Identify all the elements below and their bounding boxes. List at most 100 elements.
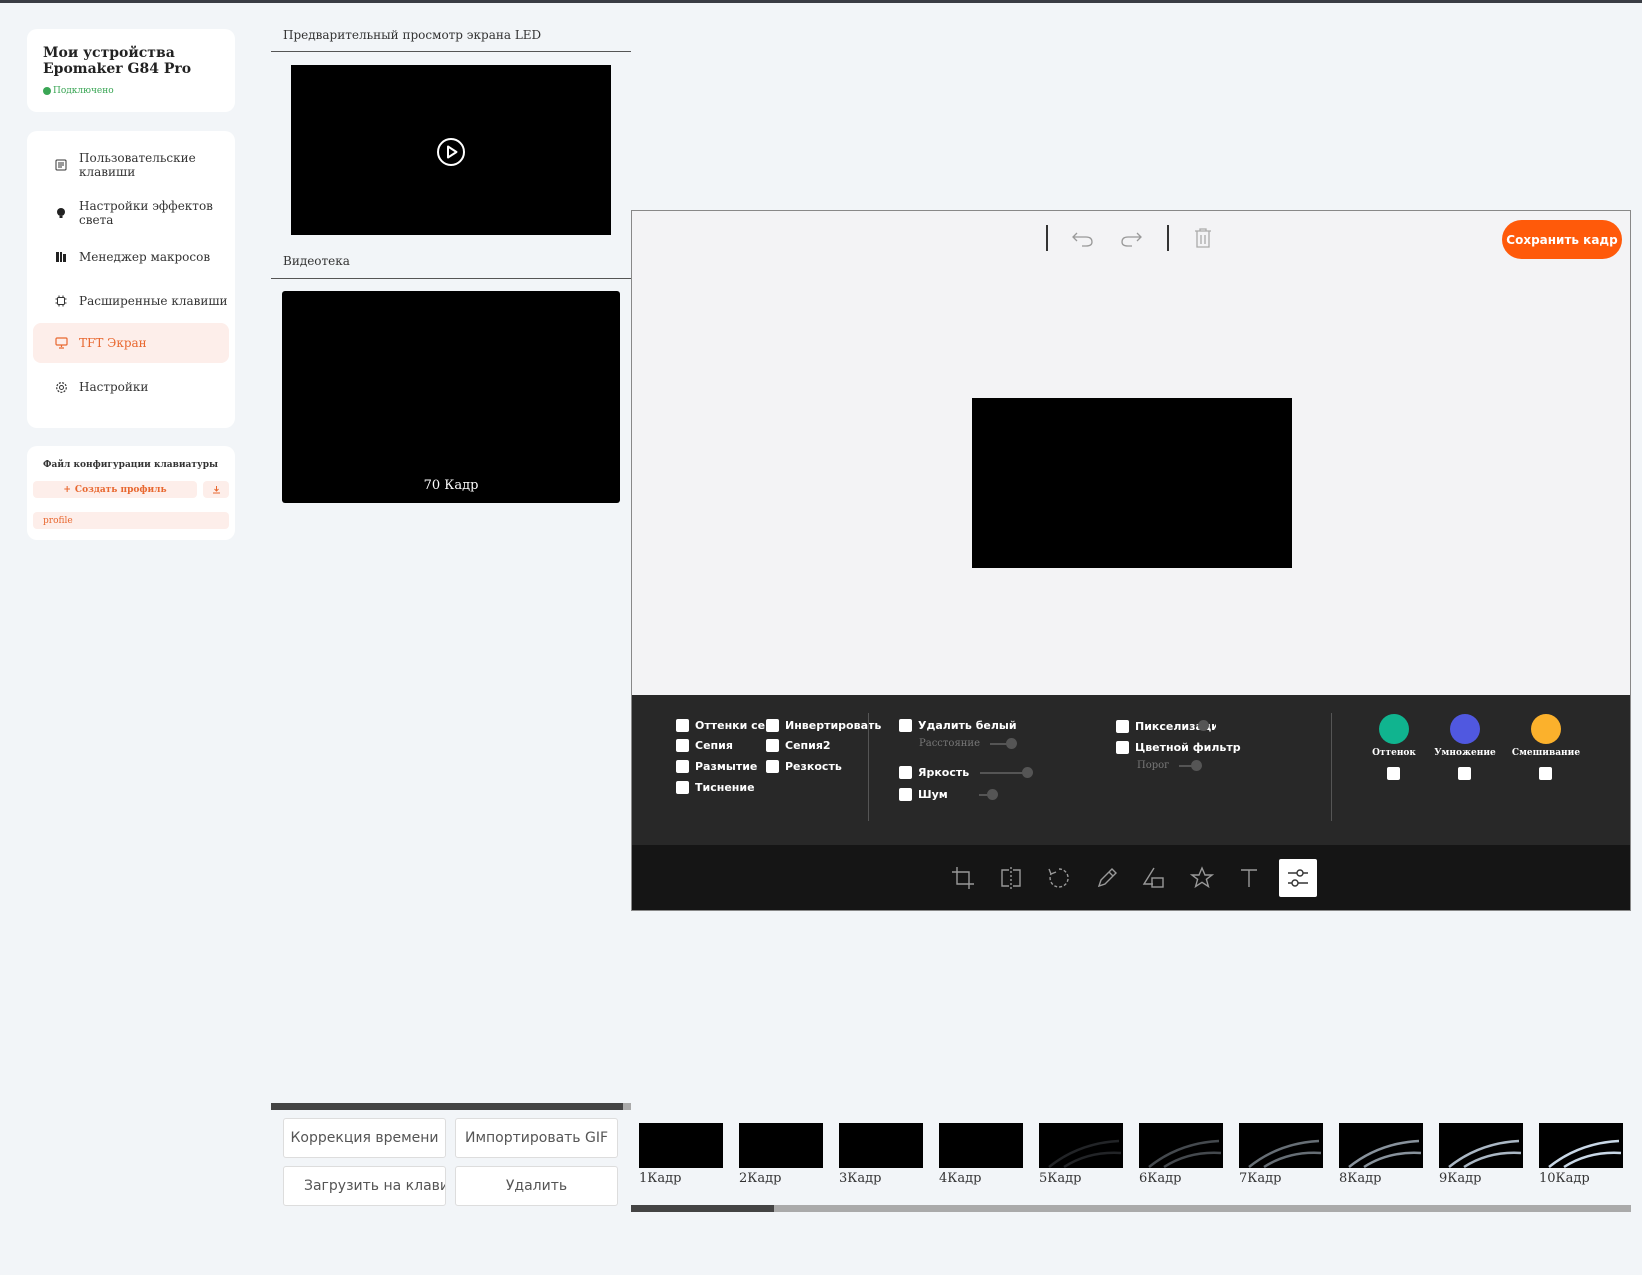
distance-slider[interactable]: Расстояние — [919, 737, 1018, 749]
sidebar-item-light-effects[interactable]: Настройки эффектов света — [33, 193, 229, 233]
profile-list-item[interactable]: profile — [33, 512, 229, 529]
flip-icon — [1001, 867, 1021, 889]
filter-emboss[interactable]: Тиснение — [676, 781, 755, 794]
library-scrollbar-thumb[interactable] — [271, 1103, 623, 1110]
frame-label: 3Кадр — [839, 1171, 882, 1186]
save-frame-button[interactable]: Сохранить кадр — [1502, 220, 1622, 259]
sidebar-item-settings[interactable]: Настройки — [33, 367, 229, 407]
device-title: Мои устройства Epomaker G84 Pro — [43, 45, 192, 77]
connection-status-label: Подключено — [53, 86, 114, 96]
led-preview-screen[interactable] — [291, 65, 611, 235]
undo-button[interactable] — [1070, 225, 1096, 251]
panel-separator — [868, 713, 869, 821]
frame-thumbnail[interactable]: 2Кадр — [739, 1123, 823, 1186]
frame-thumbnail[interactable]: 7Кадр — [1239, 1123, 1323, 1186]
noise-slider[interactable] — [979, 789, 998, 800]
rotate-tool[interactable] — [1040, 859, 1078, 897]
sidebar-item-tft-screen[interactable]: TFT Экран — [33, 323, 229, 363]
sidebar-item-label: Настройки — [79, 380, 149, 394]
filter-blur[interactable]: Размытие — [676, 760, 757, 773]
import-gif-button[interactable]: Импортировать GIF — [455, 1118, 618, 1158]
profile-header: Файл конфигурации клавиатуры — [43, 460, 219, 470]
shape-tool[interactable] — [1135, 859, 1173, 897]
tint-color-swatch[interactable] — [1379, 714, 1409, 744]
toolbar-separator — [1046, 225, 1048, 251]
frame-image — [639, 1123, 723, 1168]
sidebar-item-advanced-keys[interactable]: Расширенные клавиши — [33, 281, 229, 321]
filter-sepia2[interactable]: Сепия2 — [766, 739, 831, 752]
filter-sepia[interactable]: Сепия — [676, 739, 733, 752]
filter-remove-white[interactable]: Удалить белый — [899, 719, 1017, 732]
frame-image — [1339, 1123, 1423, 1168]
play-icon[interactable] — [436, 137, 466, 167]
icon-tool[interactable] — [1183, 859, 1221, 897]
editor-tool-bar — [632, 845, 1630, 910]
crop-tool[interactable] — [944, 859, 982, 897]
filter-noise[interactable]: Шум — [899, 788, 948, 801]
blend-color-swatch[interactable] — [1531, 714, 1561, 744]
frame-image — [1539, 1123, 1623, 1168]
frame-image — [1139, 1123, 1223, 1168]
frame-thumbnail[interactable]: 5Кадр — [1039, 1123, 1123, 1186]
frame-thumbnail[interactable]: 9Кадр — [1439, 1123, 1523, 1186]
sidebar-item-label: Пользовательские клавиши — [79, 151, 196, 179]
frame-thumbnail[interactable]: 6Кадр — [1139, 1123, 1223, 1186]
panel-separator — [1331, 713, 1332, 821]
monitor-icon — [51, 337, 71, 349]
delete-button[interactable]: Удалить — [455, 1166, 618, 1206]
text-tool[interactable] — [1230, 859, 1268, 897]
create-profile-label: Создать профиль — [74, 484, 167, 495]
frame-thumbnail[interactable]: 4Кадр — [939, 1123, 1023, 1186]
video-library-item[interactable]: 70 Кадр — [282, 291, 620, 503]
tint-checkbox[interactable] — [1387, 767, 1400, 780]
frame-label: 9Кадр — [1439, 1171, 1482, 1186]
star-icon — [1190, 866, 1214, 889]
filter-sharpen[interactable]: Резкость — [766, 760, 842, 773]
filter-color-filter[interactable]: Цветной фильтр — [1116, 741, 1241, 754]
device-card: Мои устройства Epomaker G84 Pro Подключе… — [27, 29, 235, 112]
library-divider — [271, 278, 631, 279]
frame-label: 6Кадр — [1139, 1171, 1182, 1186]
frame-image — [939, 1123, 1023, 1168]
blend-label: Смешивание — [1511, 748, 1581, 758]
light-bulb-icon — [51, 207, 71, 219]
redo-button[interactable] — [1118, 225, 1144, 251]
threshold-slider[interactable]: Порог — [1137, 759, 1203, 771]
macro-icon — [51, 251, 71, 263]
frame-thumbnail[interactable]: 10Кадр — [1539, 1123, 1623, 1186]
plus-icon: + — [63, 484, 71, 495]
editor-canvas[interactable] — [972, 398, 1292, 568]
image-editor: Сохранить кадр Оттенки серого Сепия Разм… — [631, 210, 1631, 911]
filter-tool[interactable] — [1279, 859, 1317, 897]
frame-thumbnail[interactable]: 3Кадр — [839, 1123, 923, 1186]
frame-label: 2Кадр — [739, 1171, 782, 1186]
create-profile-button[interactable]: + Создать профиль — [33, 481, 197, 498]
frame-thumbnail[interactable]: 8Кадр — [1339, 1123, 1423, 1186]
filter-invert[interactable]: Инвертировать — [766, 719, 881, 732]
frame-thumbnail[interactable]: 1Кадр — [639, 1123, 723, 1186]
frame-image — [1039, 1123, 1123, 1168]
frames-scrollbar-track[interactable] — [631, 1205, 1631, 1212]
frame-label: 4Кадр — [939, 1171, 982, 1186]
multiply-checkbox[interactable] — [1458, 767, 1471, 780]
filter-brightness[interactable]: Яркость — [899, 766, 969, 779]
undo-icon — [1072, 232, 1093, 247]
multiply-color-swatch[interactable] — [1450, 714, 1480, 744]
delete-layer-button[interactable] — [1190, 225, 1216, 251]
pixelate-slider[interactable] — [1198, 720, 1209, 731]
import-profile-button[interactable] — [203, 481, 229, 498]
flip-tool[interactable] — [992, 859, 1030, 897]
redo-icon — [1121, 232, 1142, 247]
frames-scrollbar-thumb[interactable] — [631, 1205, 774, 1212]
sidebar-item-macro-manager[interactable]: Менеджер макросов — [33, 237, 229, 277]
sidebar-item-custom-keys[interactable]: Пользовательские клавиши — [33, 145, 229, 185]
draw-tool[interactable] — [1088, 859, 1126, 897]
time-correction-button[interactable]: Коррекция времени — [283, 1118, 446, 1158]
blend-checkbox[interactable] — [1539, 767, 1552, 780]
upload-to-keyboard-button[interactable]: Загрузить на клавиатуру — [283, 1166, 446, 1206]
sidebar-item-label: Расширенные клавиши — [79, 294, 228, 308]
filter-grayscale[interactable]: Оттенки серого — [676, 719, 766, 732]
frame-image — [839, 1123, 923, 1168]
library-title: Видеотека — [283, 254, 350, 268]
brightness-slider[interactable] — [980, 767, 1033, 778]
